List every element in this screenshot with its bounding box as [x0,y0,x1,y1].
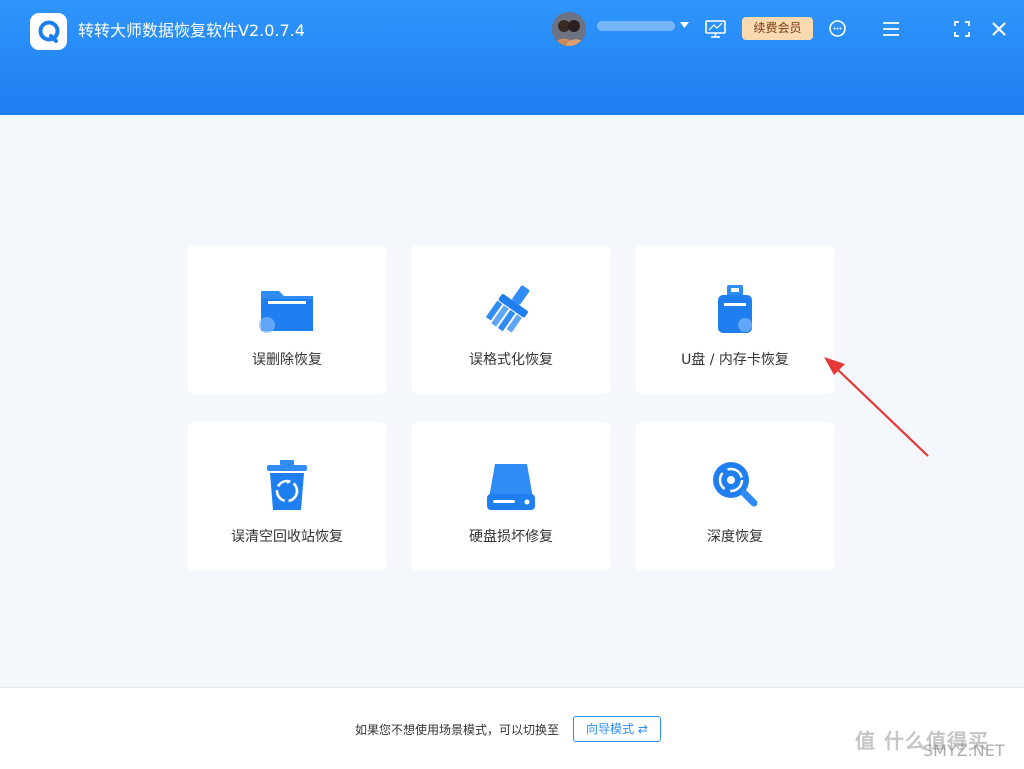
logo-icon [30,13,67,50]
support-icon[interactable] [828,19,847,38]
wizard-mode-button[interactable]: 向导模式 ⇄ [573,716,661,742]
footer-hint: 如果您不想使用场景模式，可以切换至 [355,723,560,737]
monitor-icon[interactable] [705,20,726,38]
card-label: 深度恢复 [707,529,763,545]
card-label: 误清空回收站恢复 [231,529,343,545]
card-disk-repair[interactable]: 硬盘损坏修复 [412,422,610,571]
title-bar: 转转大师数据恢复软件V2.0.7.4 续费会员 [0,0,1024,115]
username [597,21,675,31]
wizard-mode-label: 向导模式 [586,722,635,736]
card-label: U盘 / 内存卡恢复 [681,352,789,368]
folder-icon [259,291,313,333]
switch-icon: ⇄ [637,722,648,736]
dropdown-icon[interactable] [680,22,689,28]
avatar[interactable] [552,12,586,46]
hard-disk-icon [487,464,535,510]
card-recycle-bin-recovery[interactable]: 误清空回收站恢复 [188,422,386,571]
watermark-site: SMYZ.NET [923,741,1005,760]
renew-vip-button[interactable]: 续费会员 [742,17,813,40]
recycle-bin-icon [267,460,307,510]
deep-scan-icon [713,462,758,507]
app-title: 转转大师数据恢复软件V2.0.7.4 [78,21,305,40]
card-format-recovery[interactable]: 误格式化恢复 [412,245,610,394]
menu-icon[interactable] [883,22,899,36]
card-usb-recovery[interactable]: U盘 / 内存卡恢复 [636,245,834,394]
usb-drive-icon [718,285,752,333]
broom-icon [485,285,530,333]
close-icon[interactable] [992,22,1006,36]
card-deep-recovery[interactable]: 深度恢复 [636,422,834,571]
card-deleted-recovery[interactable]: 误删除恢复 [188,245,386,394]
card-label: 硬盘损坏修复 [469,529,553,545]
fullscreen-icon[interactable] [954,21,970,37]
card-label: 误删除恢复 [252,352,322,368]
scenario-panel: 误删除恢复 误格式化恢复 U盘 / 内存卡恢复 误清空回收站恢复 硬盘损坏修复 … [0,115,1024,687]
card-label: 误格式化恢复 [469,352,553,368]
